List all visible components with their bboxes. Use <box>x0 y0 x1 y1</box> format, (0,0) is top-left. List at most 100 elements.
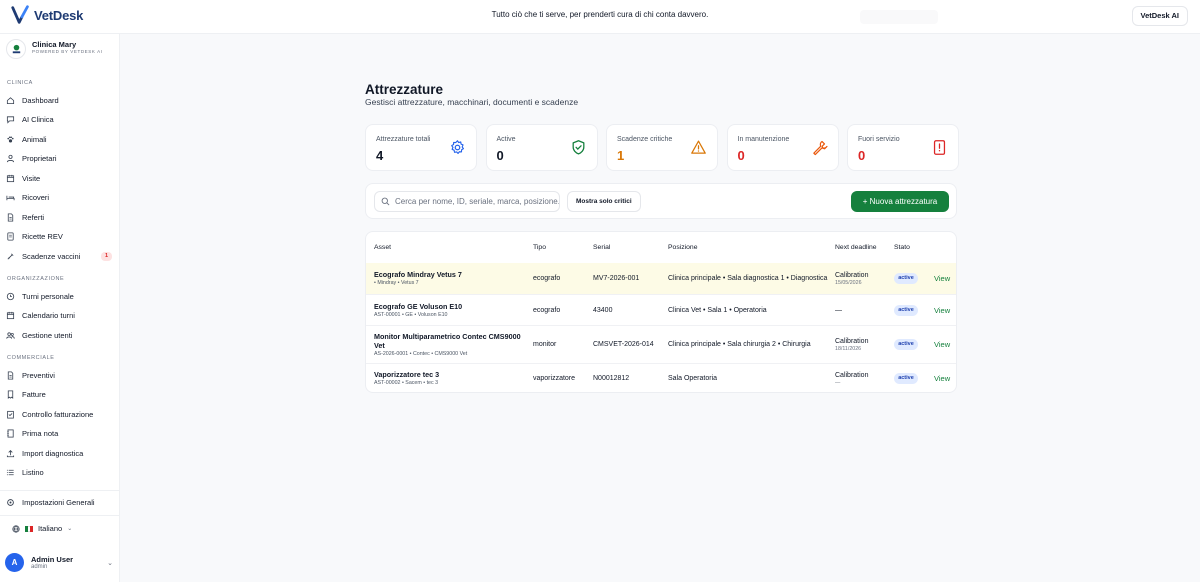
bed-icon <box>6 195 15 201</box>
asset-position: Clinica principale • Sala diagnostica 1 … <box>668 275 828 282</box>
sidebar-item-scadenze-vaccini[interactable]: Scadenze vaccini 1 <box>6 248 112 264</box>
column-header-posizione: Posizione <box>668 244 698 251</box>
sidebar-item-label: Visite <box>22 173 41 183</box>
chevron-down-icon: ⌄ <box>107 559 113 567</box>
sidebar-item-ricette-rev[interactable]: Ricette REV <box>6 229 112 245</box>
next-deadline: Calibration — <box>835 371 869 386</box>
sidebar-item-label: Calendario turni <box>22 311 75 320</box>
sidebar-item-proprietari[interactable]: Proprietari <box>6 151 112 167</box>
sidebar-item-label: Animali <box>22 134 47 144</box>
document-icon <box>7 370 14 380</box>
sidebar-item-label: Ricette REV <box>22 232 63 241</box>
user-name: Admin User <box>31 555 74 564</box>
sidebar-item-ai-clinica[interactable]: AI Clinica <box>6 112 112 128</box>
sidebar-item-ricoveri[interactable]: Ricoveri <box>6 190 112 206</box>
new-equipment-button[interactable]: + Nuova attrezzatura <box>851 191 949 212</box>
user-icon <box>6 154 15 163</box>
sidebar-item-gestione-utenti[interactable]: Gestione utenti <box>6 327 112 343</box>
notification-badge: 1 <box>101 251 112 261</box>
sidebar-item-prima-nota[interactable]: Prima nota <box>6 426 112 442</box>
sidebar-item-label: Turni personale <box>22 291 74 301</box>
column-header-stato: Stato <box>894 244 910 251</box>
sidebar-item-label: Dashboard <box>22 95 59 105</box>
stat-card-active: Active 0 <box>485 124 598 171</box>
status-badge: active <box>894 273 918 284</box>
sidebar-item-dashboard[interactable]: Dashboard <box>6 92 112 108</box>
placeholder-bar <box>860 10 938 24</box>
status-badge: active <box>894 304 918 316</box>
asset-meta: AST-00001 • GE • Voluson E10 <box>374 311 448 318</box>
table-row[interactable]: Ecografo Mindray Vetus 7 • Mindray • Vetu… <box>366 263 956 295</box>
next-deadline: Calibration 18/11/2026 <box>835 337 869 352</box>
stat-value: 0 <box>858 148 866 163</box>
stat-value: 0 <box>737 148 745 163</box>
sidebar-item-preventivi[interactable]: Preventivi <box>6 367 112 383</box>
italy-flag-icon <box>25 525 34 532</box>
table-row[interactable]: Ecografo GE Voluson E10 AST-00001 • GE • … <box>366 295 956 326</box>
asset-name: Monitor Multiparametrico Contec CMS9000 … <box>374 331 521 350</box>
view-link[interactable]: View <box>934 340 950 349</box>
prescription-icon <box>7 232 14 241</box>
wrench-icon <box>812 140 828 156</box>
vetdesk-ai-button[interactable]: VetDesk AI <box>1131 6 1188 26</box>
users-icon <box>6 331 15 339</box>
next-deadline: Calibration 15/05/2026 <box>835 271 869 286</box>
clinic-name: Clinica Mary <box>32 40 77 49</box>
sidebar-item-import-diagnostica[interactable]: Import diagnostica <box>6 445 112 461</box>
view-link[interactable]: View <box>934 374 950 383</box>
asset-meta: AST-00002 • Sacem • tec 3 <box>374 380 439 386</box>
view-link[interactable]: View <box>934 274 950 283</box>
user-menu[interactable]: A Admin User admin ⌄ <box>5 553 113 572</box>
stat-label: Fuori servizio <box>858 136 900 143</box>
stat-label: Scadenze critiche <box>617 136 673 143</box>
sidebar-item-listino[interactable]: Listino <box>6 465 112 481</box>
language-selector[interactable]: Italiano ⌄ <box>12 524 72 533</box>
section-label-clinica: CLINICA <box>7 80 33 86</box>
sidebar-item-controllo-fatturazione[interactable]: Controllo fatturazione <box>6 406 112 422</box>
sidebar-item-visite[interactable]: Visite <box>6 170 112 186</box>
sidebar-item-impostazioni[interactable]: Impostazioni Generali <box>6 494 112 510</box>
sidebar-item-label: Fatture <box>22 390 46 399</box>
view-link[interactable]: View <box>934 306 950 315</box>
stat-card-fuori-servizio: Fuori servizio 0 <box>847 124 959 171</box>
sidebar-item-fatture[interactable]: Fatture <box>6 387 112 403</box>
column-header-next-deadline: Next deadline <box>835 244 877 251</box>
page-title: Attrezzature <box>365 82 444 97</box>
column-header-serial: Serial <box>593 244 611 251</box>
stat-value: 4 <box>376 148 384 163</box>
sidebar-item-calendario-turni[interactable]: Calendario turni <box>6 308 112 324</box>
notebook-icon <box>7 429 14 438</box>
stat-label: In manutenzione <box>737 136 790 143</box>
section-label-organizzazione: ORGANIZZAZIONE <box>7 276 65 282</box>
page-subtitle: Gestisci attrezzature, macchinari, docum… <box>365 97 579 107</box>
asset-serial: 43400 <box>593 306 613 314</box>
asset-name: Ecografo Mindray Vetus 7 <box>374 270 462 279</box>
tagline: Tutto ciò che ti serve, per prenderti cu… <box>491 10 709 19</box>
globe-icon <box>12 524 20 533</box>
gear-icon <box>451 140 465 155</box>
sidebar-item-label: Scadenze vaccini <box>22 251 81 261</box>
sidebar: Clinica Mary POWERED BY VETDESK AI CLINI… <box>0 34 120 582</box>
show-critical-button[interactable]: Mostra solo critici <box>567 191 641 212</box>
alert-file-icon <box>933 140 946 155</box>
sidebar-item-label: Prima nota <box>22 429 59 438</box>
chevron-down-icon: ⌄ <box>67 526 73 532</box>
clinic-avatar <box>6 39 26 59</box>
column-header-tipo: Tipo <box>533 244 546 251</box>
sidebar-item-animali[interactable]: Animali <box>6 131 112 147</box>
clinic-header[interactable]: Clinica Mary POWERED BY VETDESK AI <box>6 39 110 59</box>
paw-icon <box>7 135 14 142</box>
chat-icon <box>6 116 15 124</box>
table-row[interactable]: Vaporizzatore tec 3 AST-00002 • Sacem • t… <box>366 364 956 392</box>
clinic-logo-icon <box>12 44 20 53</box>
sidebar-item-referti[interactable]: Referti <box>6 209 112 225</box>
search-input[interactable] <box>395 197 559 206</box>
asset-position: Sala Operatoria <box>668 375 718 382</box>
sidebar-item-turni-personale[interactable]: Turni personale <box>6 288 112 304</box>
sidebar-item-label: Referti <box>22 212 45 222</box>
stat-value: 0 <box>496 148 504 163</box>
stat-card-attrezzature-totali: Attrezzature totali 4 <box>365 124 477 171</box>
search-box[interactable] <box>374 191 560 212</box>
table-row[interactable]: Monitor Multiparametrico Contec CMS9000 … <box>366 326 956 364</box>
sidebar-item-label: Proprietari <box>22 154 57 163</box>
